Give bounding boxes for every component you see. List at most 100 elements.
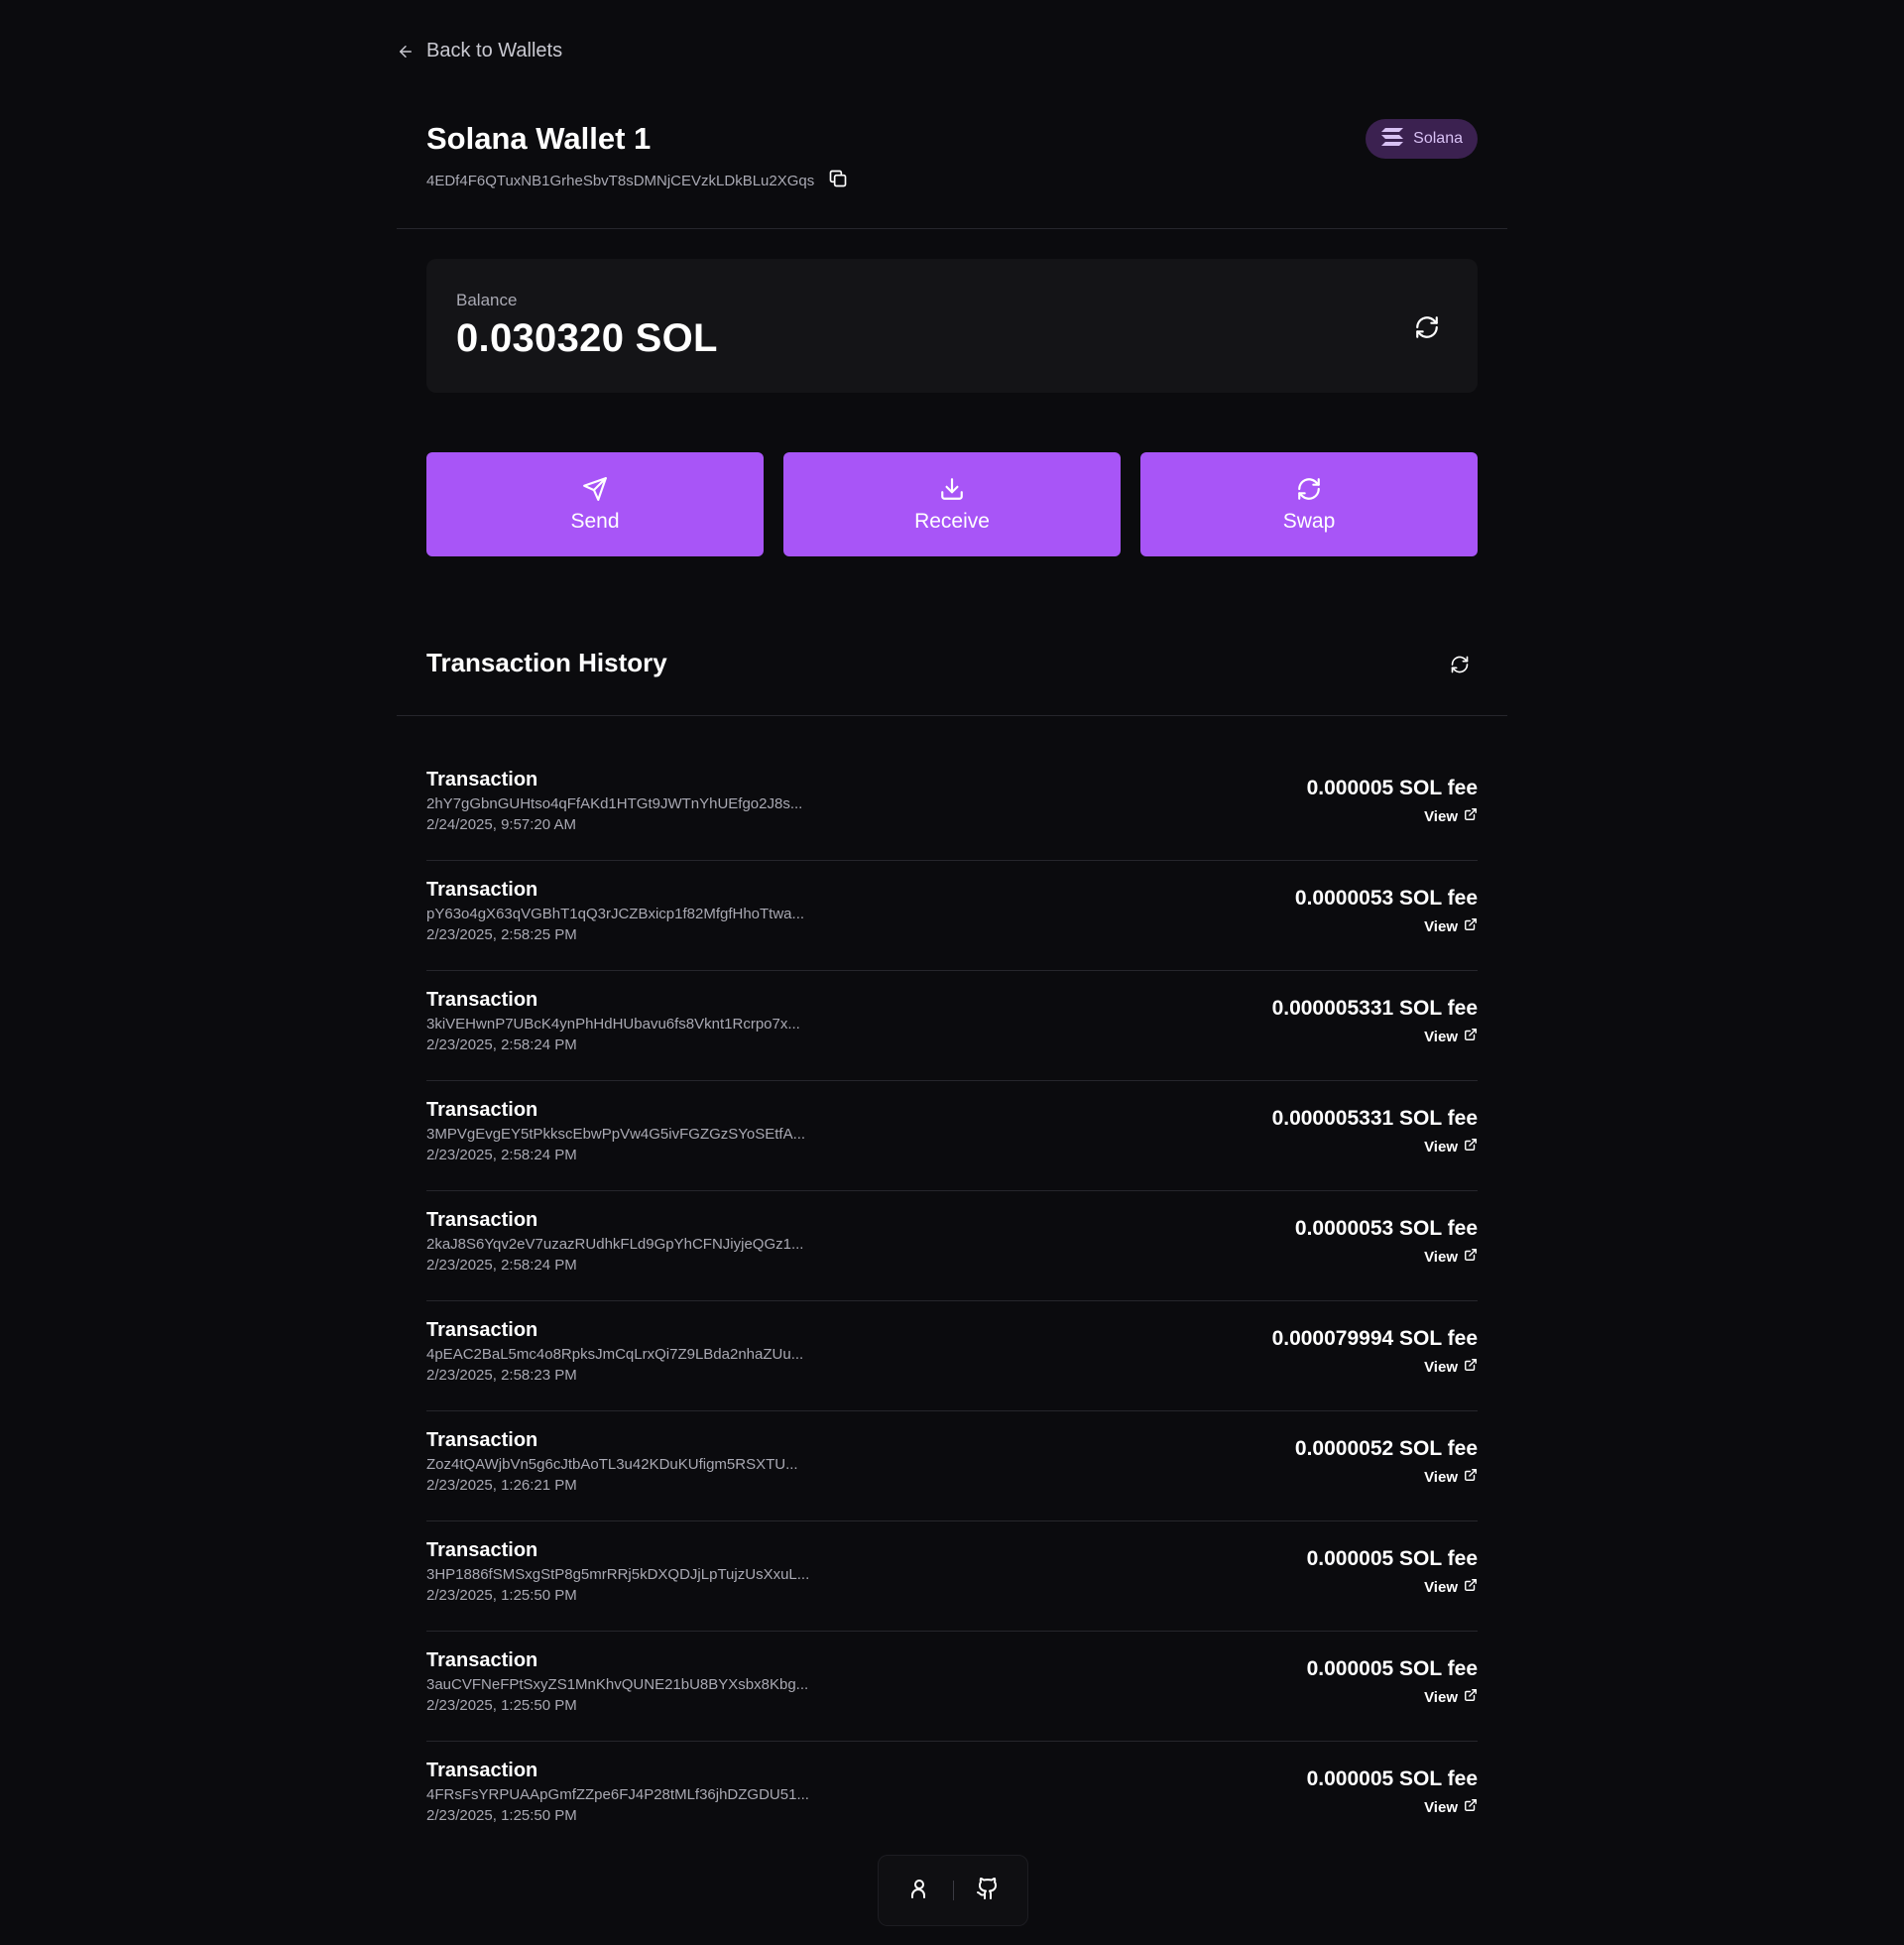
external-link-icon bbox=[1464, 1578, 1478, 1596]
transaction-title: Transaction bbox=[426, 989, 538, 1011]
transaction-fee: 0.000005331 SOL fee bbox=[1271, 1107, 1478, 1130]
transaction-row: Transaction Zoz4tQAWjbVn5g6cJtbAoTL3u42K… bbox=[426, 1411, 1478, 1521]
transaction-signature: 4pEAC2BaL5mc4o8RpksJmCqLrxQi7Z9LBda2nhaZ… bbox=[426, 1346, 804, 1363]
view-label: View bbox=[1424, 807, 1458, 825]
refresh-history-button[interactable] bbox=[1450, 655, 1470, 679]
view-transaction-link[interactable]: View bbox=[1424, 1248, 1478, 1266]
profile-button[interactable] bbox=[907, 1877, 931, 1905]
transaction-title: Transaction bbox=[426, 1429, 538, 1451]
send-button[interactable]: Send bbox=[426, 452, 764, 556]
view-label: View bbox=[1424, 1688, 1458, 1706]
swap-button[interactable]: Swap bbox=[1140, 452, 1478, 556]
view-label: View bbox=[1424, 1468, 1458, 1486]
solana-logo-icon bbox=[1381, 127, 1404, 151]
refresh-balance-button[interactable] bbox=[1414, 314, 1440, 345]
transaction-signature: 3auCVFNeFPtSxyZS1MnKhvQUNE21bU8BYXsbx8Kb… bbox=[426, 1676, 809, 1693]
transaction-row: Transaction 3MPVgEvgEY5tPkkscEbwPpVw4G5i… bbox=[426, 1081, 1478, 1191]
transaction-date: 2/23/2025, 1:25:50 PM bbox=[426, 1807, 577, 1824]
external-link-icon bbox=[1464, 1358, 1478, 1376]
transaction-fee: 0.000005 SOL fee bbox=[1306, 1657, 1478, 1680]
transaction-title: Transaction bbox=[426, 1099, 538, 1121]
external-link-icon bbox=[1464, 917, 1478, 935]
transaction-fee: 0.000005 SOL fee bbox=[1306, 1767, 1478, 1790]
transaction-row: Transaction 3kiVEHwnP7UBcK4ynPhHdHUbavu6… bbox=[426, 971, 1478, 1081]
history-divider bbox=[397, 715, 1507, 716]
transaction-row: Transaction 3auCVFNeFPtSxyZS1MnKhvQUNE21… bbox=[426, 1632, 1478, 1742]
copy-address-button[interactable] bbox=[828, 169, 848, 193]
receive-button[interactable]: Receive bbox=[783, 452, 1121, 556]
view-transaction-link[interactable]: View bbox=[1424, 917, 1478, 935]
transaction-fee: 0.000005 SOL fee bbox=[1306, 1547, 1478, 1570]
transaction-row: Transaction 2kaJ8S6Yqv2eV7uzazRUdhkFLd9G… bbox=[426, 1191, 1478, 1301]
view-label: View bbox=[1424, 1578, 1458, 1596]
transaction-fee: 0.0000053 SOL fee bbox=[1294, 887, 1478, 910]
back-link-label: Back to Wallets bbox=[426, 40, 563, 61]
transaction-fee: 0.000005331 SOL fee bbox=[1271, 997, 1478, 1020]
transaction-date: 2/23/2025, 2:58:23 PM bbox=[426, 1367, 577, 1384]
wallet-name: Solana Wallet 1 bbox=[426, 121, 652, 156]
view-label: View bbox=[1424, 1358, 1458, 1376]
balance-card: Balance 0.030320 SOL bbox=[426, 259, 1478, 393]
view-transaction-link[interactable]: View bbox=[1424, 1028, 1478, 1045]
transaction-date: 2/23/2025, 2:58:25 PM bbox=[426, 926, 577, 943]
swap-icon bbox=[1296, 476, 1322, 502]
view-transaction-link[interactable]: View bbox=[1424, 1578, 1478, 1596]
send-label: Send bbox=[570, 509, 620, 533]
view-label: View bbox=[1424, 1028, 1458, 1045]
wallet-address: 4EDf4F6QTuxNB1GrheSbvT8sDMNjCEVzkLDkBLu2… bbox=[426, 173, 815, 189]
transaction-history-title: Transaction History bbox=[426, 648, 667, 677]
external-link-icon bbox=[1464, 1248, 1478, 1266]
transaction-row: Transaction 4pEAC2BaL5mc4o8RpksJmCqLrxQi… bbox=[426, 1301, 1478, 1411]
transaction-signature: 2kaJ8S6Yqv2eV7uzazRUdhkFLd9GpYhCFNJiyjeQ… bbox=[426, 1236, 804, 1253]
view-transaction-link[interactable]: View bbox=[1424, 1138, 1478, 1155]
copy-icon bbox=[828, 169, 848, 193]
dock-separator bbox=[952, 1881, 954, 1900]
transaction-title: Transaction bbox=[426, 1539, 538, 1561]
refresh-icon bbox=[1414, 316, 1440, 344]
transaction-date: 2/23/2025, 1:26:21 PM bbox=[426, 1477, 577, 1494]
external-link-icon bbox=[1464, 1468, 1478, 1486]
transaction-date: 2/23/2025, 2:58:24 PM bbox=[426, 1036, 577, 1053]
transaction-title: Transaction bbox=[426, 879, 538, 901]
view-transaction-link[interactable]: View bbox=[1424, 1468, 1478, 1486]
transaction-date: 2/24/2025, 9:57:20 AM bbox=[426, 816, 576, 833]
transaction-signature: Zoz4tQAWjbVn5g6cJtbAoTL3u42KDuKUfigm5RSX… bbox=[426, 1456, 798, 1473]
view-transaction-link[interactable]: View bbox=[1424, 1688, 1478, 1706]
external-link-icon bbox=[1464, 1688, 1478, 1706]
balance-label: Balance bbox=[456, 291, 518, 309]
transaction-title: Transaction bbox=[426, 1319, 538, 1341]
view-transaction-link[interactable]: View bbox=[1424, 1358, 1478, 1376]
refresh-icon bbox=[1450, 656, 1470, 678]
view-label: View bbox=[1424, 1138, 1458, 1155]
address-row: 4EDf4F6QTuxNB1GrheSbvT8sDMNjCEVzkLDkBLu2… bbox=[426, 169, 1478, 193]
transaction-list: Transaction 2hY7gGbnGUHtso4qFfAKd1HTGt9J… bbox=[426, 751, 1478, 1852]
view-label: View bbox=[1424, 1798, 1458, 1816]
view-label: View bbox=[1424, 917, 1458, 935]
transaction-title: Transaction bbox=[426, 1649, 538, 1671]
external-link-icon bbox=[1464, 807, 1478, 825]
github-icon bbox=[976, 1877, 1000, 1905]
swap-label: Swap bbox=[1282, 509, 1336, 533]
download-icon bbox=[939, 476, 965, 502]
back-to-wallets-link[interactable]: Back to Wallets bbox=[397, 40, 562, 62]
transaction-row: Transaction 4FRsFsYRPUAApGmfZZpe6FJ4P28t… bbox=[426, 1742, 1478, 1852]
transaction-row: Transaction 2hY7gGbnGUHtso4qFfAKd1HTGt9J… bbox=[426, 751, 1478, 861]
transaction-signature: pY63o4gX63qVGBhT1qQ3rJCZBxicp1f82MfgfHho… bbox=[426, 906, 805, 922]
transaction-signature: 4FRsFsYRPUAApGmfZZpe6FJ4P28tMLf36jhDZGDU… bbox=[426, 1786, 809, 1803]
external-link-icon bbox=[1464, 1028, 1478, 1045]
external-link-icon bbox=[1464, 1138, 1478, 1155]
action-buttons: Send Receive Swap bbox=[426, 452, 1478, 556]
view-label: View bbox=[1424, 1248, 1458, 1266]
view-transaction-link[interactable]: View bbox=[1424, 1798, 1478, 1816]
view-transaction-link[interactable]: View bbox=[1424, 807, 1478, 825]
transaction-title: Transaction bbox=[426, 1760, 538, 1781]
transaction-fee: 0.000079994 SOL fee bbox=[1271, 1327, 1478, 1350]
transaction-fee: 0.000005 SOL fee bbox=[1306, 777, 1478, 799]
transaction-signature: 3MPVgEvgEY5tPkkscEbwPpVw4G5ivFGZGzSYoSEt… bbox=[426, 1126, 806, 1143]
transaction-fee: 0.0000053 SOL fee bbox=[1294, 1217, 1478, 1240]
header-divider bbox=[397, 228, 1507, 229]
transaction-signature: 3HP1886fSMSxgStP8g5mrRRj5kDXQDJjLpTujzUs… bbox=[426, 1566, 810, 1583]
receive-label: Receive bbox=[914, 509, 990, 533]
github-button[interactable] bbox=[976, 1877, 1000, 1905]
bottom-dock bbox=[878, 1855, 1028, 1926]
